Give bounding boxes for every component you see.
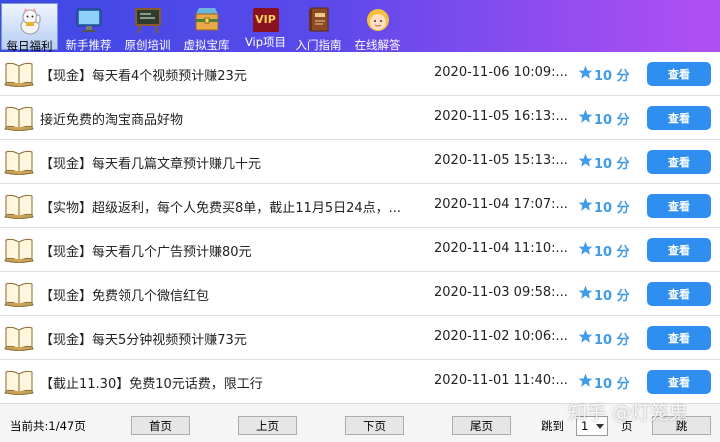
next-page-button[interactable]: 下页 <box>345 416 404 435</box>
list-item: 【实物】超级返利，每个人免费买8单，截止11月5日24点，... 2020-11… <box>0 184 720 228</box>
top-toolbar: 每日福利 新手推荐 原创培训 虚拟宝库 VIP Vip项目 入门指南 在线解答 <box>0 0 720 53</box>
item-title: 【现金】每天看几篇文章预计赚几十元 <box>40 157 262 172</box>
list-item: 【现金】免费领几个微信红包 2020-11-03 09:58:... 10 分 … <box>0 272 720 316</box>
tab-daily-welfare[interactable]: 每日福利 <box>1 3 58 53</box>
first-page-button[interactable]: 首页 <box>131 416 190 435</box>
view-button[interactable]: 查看 <box>647 238 711 262</box>
item-score: 10 分 <box>594 289 630 304</box>
item-score: 10 分 <box>594 377 630 392</box>
star-icon <box>578 65 593 80</box>
view-button[interactable]: 查看 <box>647 62 711 86</box>
support-girl-icon <box>363 6 393 34</box>
item-datetime: 2020-11-02 10:06:... <box>434 329 568 344</box>
item-score: 10 分 <box>594 157 630 172</box>
tab-vip-project[interactable]: VIP Vip项目 <box>237 3 294 50</box>
item-score: 10 分 <box>594 69 630 84</box>
guide-book-icon <box>304 6 334 34</box>
item-datetime: 2020-11-06 10:09:... <box>434 65 568 80</box>
tab-label: 新手推荐 <box>65 38 112 52</box>
item-title: 【现金】每天5分钟视频预计赚73元 <box>40 333 247 348</box>
tab-label: 原创培训 <box>124 38 171 52</box>
view-button[interactable]: 查看 <box>647 326 711 350</box>
list-item: 【现金】每天看几篇文章预计赚几十元 2020-11-05 15:13:... 1… <box>0 140 720 184</box>
item-datetime: 2020-11-01 11:40:... <box>434 373 568 388</box>
item-score: 10 分 <box>594 201 630 216</box>
star-icon <box>578 197 593 212</box>
book-icon <box>4 237 34 264</box>
star-icon <box>578 373 593 388</box>
item-title: 【现金】每天看几个广告预计赚80元 <box>40 245 252 260</box>
item-title: 【实物】超级返利，每个人免费买8单，截止11月5日24点，... <box>40 201 402 216</box>
view-button[interactable]: 查看 <box>647 106 711 130</box>
watermark: 知乎 @灯笼鬼 <box>568 402 689 424</box>
book-icon <box>4 105 34 132</box>
item-title: 【现金】每天看4个视频预计赚23元 <box>40 69 247 84</box>
last-page-button[interactable]: 尾页 <box>452 416 511 435</box>
list-item: 【现金】每天看几个广告预计赚80元 2020-11-04 11:10:... 1… <box>0 228 720 272</box>
tab-original-training[interactable]: 原创培训 <box>119 3 176 52</box>
item-title: 接近免费的淘宝商品好物 <box>40 113 184 128</box>
book-icon <box>4 325 34 352</box>
tab-entry-guide[interactable]: 入门指南 <box>290 3 347 52</box>
list-item: 【现金】每天5分钟视频预计赚73元 2020-11-02 10:06:... 1… <box>0 316 720 360</box>
treasure-box-icon <box>192 6 222 34</box>
tab-label: 入门指南 <box>295 38 342 52</box>
star-icon <box>578 329 593 344</box>
item-score: 10 分 <box>594 113 630 128</box>
star-icon <box>578 153 593 168</box>
tab-online-answer[interactable]: 在线解答 <box>349 3 406 52</box>
item-datetime: 2020-11-05 15:13:... <box>434 153 568 168</box>
list-item: 【现金】每天看4个视频预计赚23元 2020-11-06 10:09:... 1… <box>0 52 720 96</box>
view-button[interactable]: 查看 <box>647 282 711 306</box>
tab-label: Vip项目 <box>244 35 287 49</box>
vip-icon: VIP <box>251 6 281 32</box>
vip-badge: VIP <box>252 8 279 32</box>
tab-virtual-treasury[interactable]: 虚拟宝库 <box>178 3 235 52</box>
book-icon <box>4 281 34 308</box>
item-datetime: 2020-11-05 16:13:... <box>434 109 568 124</box>
item-score: 10 分 <box>594 245 630 260</box>
book-icon <box>4 193 34 220</box>
star-icon <box>578 109 593 124</box>
list-item: 接近免费的淘宝商品好物 2020-11-05 16:13:... 10 分 查看 <box>0 96 720 140</box>
book-icon <box>4 369 34 396</box>
monitor-icon <box>74 6 104 34</box>
item-title: 【现金】免费领几个微信红包 <box>40 289 210 304</box>
welfare-list: 【现金】每天看4个视频预计赚23元 2020-11-06 10:09:... 1… <box>0 52 720 404</box>
item-datetime: 2020-11-03 09:58:... <box>434 285 568 300</box>
view-button[interactable]: 查看 <box>647 150 711 174</box>
item-datetime: 2020-11-04 11:10:... <box>434 241 568 256</box>
item-title: 【截止11.30】免费10元话费，限工行 <box>40 377 263 392</box>
item-score: 10 分 <box>594 333 630 348</box>
book-icon <box>4 149 34 176</box>
star-icon <box>578 241 593 256</box>
tab-label: 在线解答 <box>354 38 401 52</box>
view-button[interactable]: 查看 <box>647 370 711 394</box>
goto-label: 跳到 <box>541 419 564 433</box>
prev-page-button[interactable]: 上页 <box>238 416 297 435</box>
view-button[interactable]: 查看 <box>647 194 711 218</box>
blackboard-icon <box>133 6 163 34</box>
page-info: 当前共:1/47页 <box>10 419 86 433</box>
tab-beginner-recommend[interactable]: 新手推荐 <box>60 3 117 52</box>
book-icon <box>4 61 34 88</box>
tab-label: 虚拟宝库 <box>183 38 230 52</box>
item-datetime: 2020-11-04 17:07:... <box>434 197 568 212</box>
lucky-cat-icon <box>15 7 45 35</box>
star-icon <box>578 285 593 300</box>
